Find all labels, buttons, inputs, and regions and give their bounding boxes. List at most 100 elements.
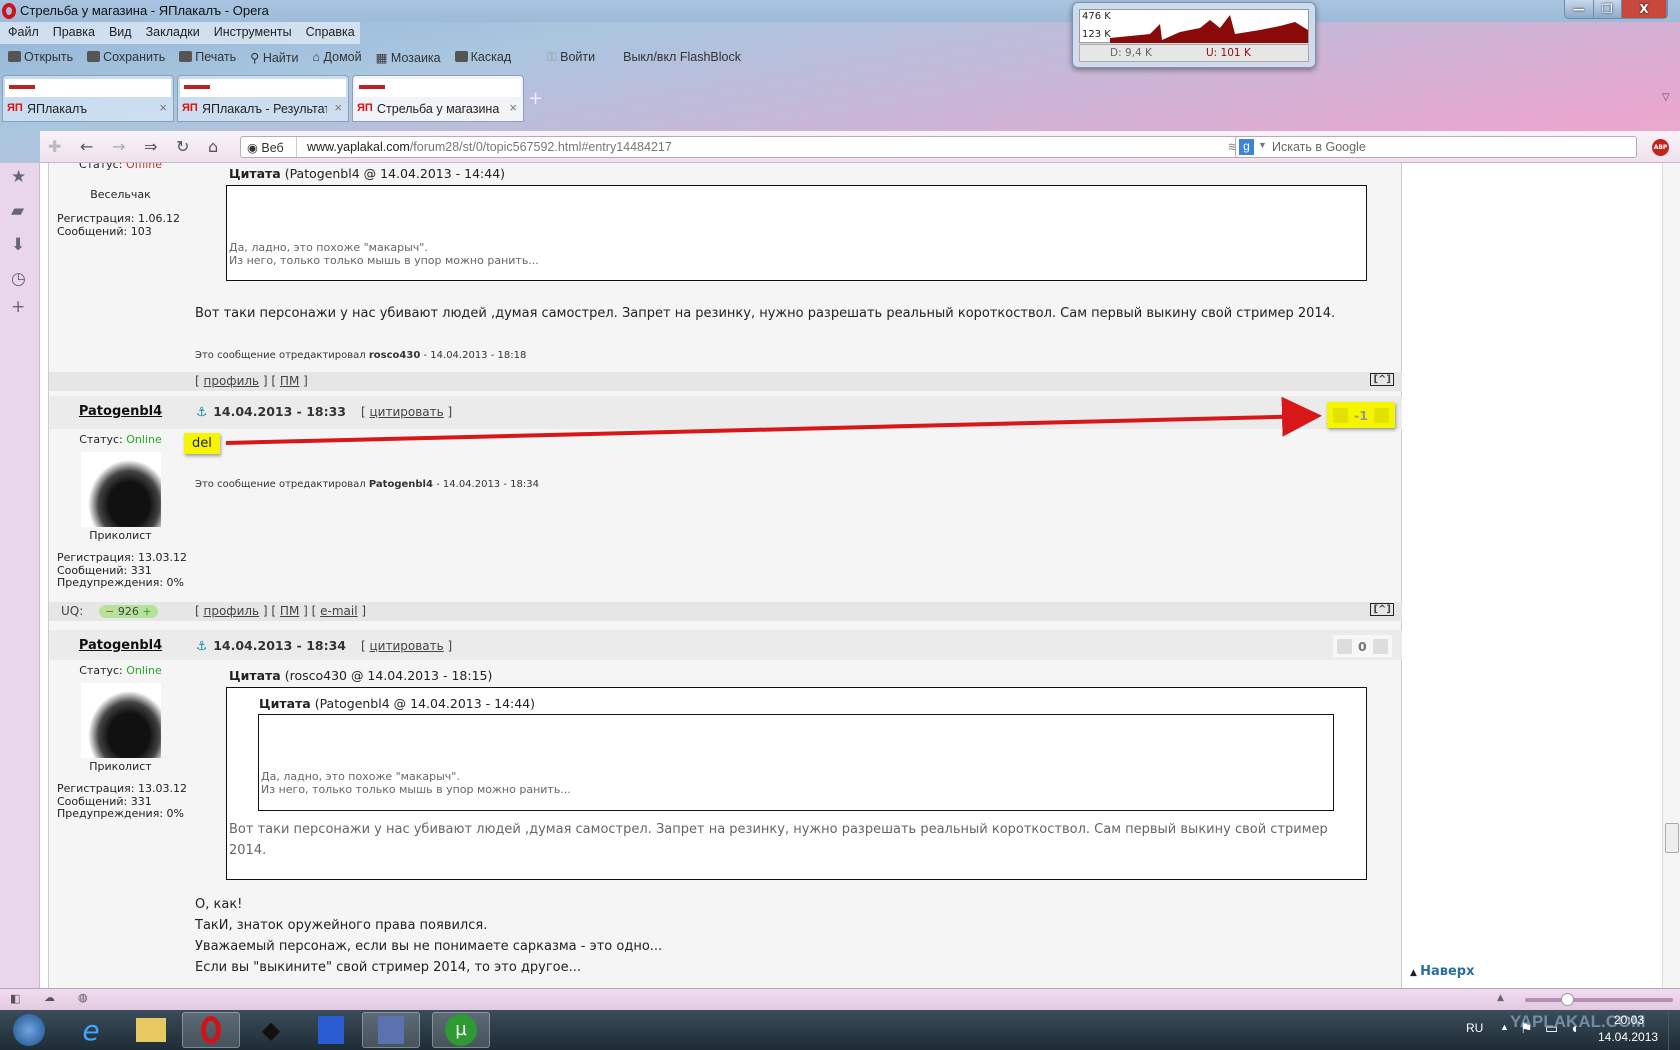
uq-plus-icon[interactable]: + bbox=[142, 605, 151, 618]
menu-tools[interactable]: Инструменты bbox=[214, 25, 292, 41]
network-graph: 476 K 123 K bbox=[1079, 9, 1309, 43]
thumbs-up-icon[interactable] bbox=[1373, 407, 1389, 423]
save-button[interactable]: Сохранить bbox=[87, 50, 165, 68]
status-value: Offline bbox=[125, 163, 163, 171]
menu-view[interactable]: Вид bbox=[109, 25, 132, 41]
tile-label: Мозаика bbox=[390, 51, 441, 65]
menu-bookmarks[interactable]: Закладки bbox=[146, 25, 200, 41]
reload-button[interactable]: ↻ bbox=[176, 137, 189, 156]
quote-link[interactable]: [ цитировать ] bbox=[361, 405, 452, 419]
toolbar: Открыть Сохранить Печать ⚲ Найти ⌂ Домой… bbox=[0, 48, 749, 70]
plus-icon[interactable]: ✚ bbox=[48, 137, 61, 156]
login-button[interactable]: ⚿ Войти bbox=[547, 50, 595, 68]
globe-icon: ◉ bbox=[247, 141, 262, 155]
uq-badge: − 926 + bbox=[99, 605, 158, 618]
show-desktop-button[interactable] bbox=[1668, 1010, 1680, 1050]
language-indicator[interactable]: RU bbox=[1466, 1021, 1483, 1035]
new-tab-button[interactable]: + bbox=[528, 88, 543, 109]
print-button[interactable]: Печать bbox=[179, 50, 236, 68]
panel-toggle-icon[interactable]: ◧ bbox=[10, 992, 20, 1005]
maximize-button[interactable]: ❐ bbox=[1594, 0, 1622, 18]
scroll-top-button[interactable]: [^] bbox=[1370, 603, 1394, 616]
foobar-cat-icon[interactable]: ◆ bbox=[242, 1012, 300, 1048]
add-panel-icon[interactable]: + bbox=[11, 297, 25, 317]
close-tab-icon[interactable]: × bbox=[159, 100, 167, 115]
file-explorer-icon[interactable] bbox=[122, 1012, 180, 1048]
thumbs-up-icon[interactable] bbox=[1372, 638, 1388, 654]
minimize-button[interactable]: — bbox=[1565, 0, 1594, 18]
scrollbar-thumb[interactable] bbox=[1665, 823, 1679, 853]
zoom-up-icon[interactable]: ▲ bbox=[1497, 993, 1504, 1003]
floppy-app-icon[interactable] bbox=[302, 1012, 360, 1048]
tab-search-results[interactable]: ЯП ЯПлакалъ - Результат... × bbox=[177, 75, 349, 122]
login-label: Войти bbox=[560, 50, 596, 64]
notes-icon[interactable]: ▰ bbox=[11, 201, 24, 221]
author-name[interactable]: Patogenbl4 bbox=[49, 404, 192, 419]
quote-link[interactable]: [ цитировать ] bbox=[361, 639, 452, 653]
history-clock-icon[interactable]: ◷ bbox=[11, 269, 26, 289]
quote-line: Из него, только только мышь в упор можно… bbox=[229, 254, 539, 267]
close-button[interactable]: X bbox=[1622, 0, 1667, 18]
url-field[interactable]: www.yaplakal.com/forum28/st/0/topic56759… bbox=[307, 140, 672, 154]
status-label: Статус: bbox=[79, 664, 123, 677]
menu-help[interactable]: Справка bbox=[306, 25, 355, 41]
uq-minus-icon[interactable]: − bbox=[105, 605, 114, 618]
forward-button[interactable]: → bbox=[112, 137, 125, 156]
back-button[interactable]: ← bbox=[80, 137, 93, 156]
quote-line: Из него, только только мышь в упор можно… bbox=[261, 783, 571, 796]
floppy-app-2-icon[interactable] bbox=[362, 1012, 420, 1048]
close-tab-icon[interactable]: × bbox=[509, 100, 517, 115]
pm-link[interactable]: ПМ bbox=[280, 374, 299, 388]
quote-header: Цитата (Patogenbl4 @ 14.04.2013 - 14:44) bbox=[229, 166, 505, 181]
opera-taskbar-icon[interactable] bbox=[182, 1012, 240, 1048]
home-button[interactable]: ⌂ Домой bbox=[312, 50, 361, 68]
close-tab-icon[interactable]: × bbox=[334, 100, 342, 115]
tab-current-topic[interactable]: ЯП Стрельба у магазина ... × bbox=[352, 75, 524, 122]
dropdown-icon[interactable]: ▼ bbox=[1258, 140, 1267, 150]
tab-menu-chevron-icon[interactable]: ▽ bbox=[1662, 92, 1670, 103]
profile-link[interactable]: профиль bbox=[204, 374, 260, 388]
status-bar: ◧ ☁ ◍ ▲ bbox=[0, 988, 1680, 1010]
find-button[interactable]: ⚲ Найти bbox=[250, 50, 298, 68]
open-button[interactable]: Открыть bbox=[8, 50, 73, 68]
search-input[interactable]: Искать в Google bbox=[1272, 140, 1366, 154]
menu-file[interactable]: Файл bbox=[8, 25, 39, 41]
unite-cloud-icon[interactable]: ☁ bbox=[44, 991, 55, 1004]
tile-button[interactable]: ▦ Мозаика bbox=[376, 50, 441, 68]
menu-edit[interactable]: Правка bbox=[53, 25, 95, 41]
thumbs-down-icon[interactable] bbox=[1333, 407, 1348, 423]
downloads-icon[interactable]: ⬇ bbox=[11, 235, 25, 255]
graph-mid-label: 123 K bbox=[1082, 29, 1111, 40]
anchor-icon[interactable]: ⚓ bbox=[196, 404, 207, 419]
back-to-top-link[interactable]: ▲ Наверх bbox=[1410, 964, 1474, 979]
turbo-icon[interactable]: ◍ bbox=[78, 991, 88, 1004]
cascade-button[interactable]: Каскад bbox=[454, 50, 511, 68]
email-link[interactable]: e-mail bbox=[320, 604, 357, 618]
fast-forward-button[interactable]: ⇒ bbox=[144, 137, 157, 156]
anchor-icon[interactable]: ⚓ bbox=[196, 638, 207, 653]
adblock-plus-icon[interactable]: ABP bbox=[1652, 139, 1669, 156]
flashblock-button[interactable]: Выкл/вкл FlashBlock bbox=[623, 50, 741, 68]
user-rank: Весельчак bbox=[90, 188, 151, 201]
zoom-slider[interactable] bbox=[1525, 993, 1673, 1006]
scrollbar[interactable] bbox=[1662, 163, 1680, 988]
tab-yaplakal[interactable]: ЯП ЯПлакалъ × bbox=[2, 75, 174, 122]
quote-link-text: цитировать bbox=[369, 405, 444, 419]
home-icon[interactable]: ⌂ bbox=[208, 137, 218, 156]
clock-time[interactable]: 20:03 bbox=[1614, 1013, 1644, 1027]
thumbs-down-icon[interactable] bbox=[1337, 638, 1352, 654]
start-button[interactable] bbox=[0, 1012, 58, 1048]
zoom-slider-handle[interactable] bbox=[1561, 993, 1574, 1006]
profile-link[interactable]: профиль bbox=[204, 604, 260, 618]
pm-link[interactable]: ПМ bbox=[280, 604, 299, 618]
print-label: Печать bbox=[195, 50, 237, 64]
author-name[interactable]: Patogenbl4 bbox=[49, 638, 192, 653]
clock-date[interactable]: 14.04.2013 bbox=[1598, 1030, 1658, 1044]
address-bar[interactable]: ◉ Веб www.yaplakal.com/forum28/st/0/topi… bbox=[240, 136, 1265, 158]
utorrent-icon[interactable]: µ bbox=[432, 1012, 490, 1048]
search-box[interactable]: g ▼ Искать в Google bbox=[1235, 136, 1637, 158]
tray-expand-icon[interactable]: ▲ bbox=[1500, 1022, 1509, 1032]
internet-explorer-icon[interactable]: e bbox=[62, 1012, 120, 1048]
bookmarks-star-icon[interactable]: ★ bbox=[11, 167, 26, 187]
scroll-top-button[interactable]: [^] bbox=[1370, 373, 1394, 386]
